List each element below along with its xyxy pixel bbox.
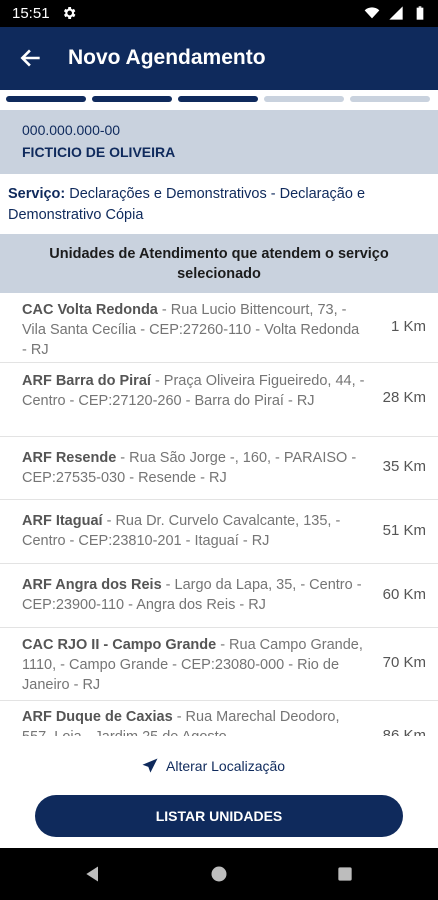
signal-icon bbox=[389, 6, 403, 20]
unit-name: ARF Resende bbox=[22, 450, 117, 466]
units-list[interactable]: CAC Volta Redonda - Rua Lucio Bittencour… bbox=[0, 294, 438, 736]
unit-distance: 1 Km bbox=[390, 318, 426, 335]
service-description: Serviço: Declarações e Demonstrativos - … bbox=[8, 184, 428, 226]
unit-distance: 86 Km bbox=[382, 727, 426, 736]
unit-text: CAC Volta Redonda - Rua Lucio Bittencour… bbox=[22, 300, 368, 360]
status-icons bbox=[364, 5, 428, 21]
unit-name: CAC RJO II - Campo Grande bbox=[22, 637, 217, 653]
back-triangle-icon[interactable] bbox=[83, 864, 103, 884]
units-section-header: Unidades de Atendimento que atendem o se… bbox=[0, 234, 438, 293]
unit-distance: 51 Km bbox=[382, 522, 426, 539]
unit-text: ARF Itaguaí - Rua Dr. Curvelo Cavalcante… bbox=[22, 511, 368, 551]
service-label: Serviço: bbox=[8, 186, 66, 202]
unit-distance: 28 Km bbox=[382, 389, 426, 406]
recents-square-icon[interactable] bbox=[335, 864, 355, 884]
unit-name: ARF Barra do Piraí bbox=[22, 373, 151, 389]
unit-text: ARF Resende - Rua São Jorge -, 160, - PA… bbox=[22, 448, 368, 488]
app-bar: Novo Agendamento bbox=[0, 27, 438, 90]
user-name: FICTICIO DE OLIVEIRA bbox=[22, 144, 176, 160]
list-item[interactable]: CAC Volta Redonda - Rua Lucio Bittencour… bbox=[0, 294, 438, 363]
progress-step-1 bbox=[6, 96, 86, 102]
system-nav-bar bbox=[0, 848, 438, 900]
list-item[interactable]: ARF Resende - Rua São Jorge -, 160, - PA… bbox=[0, 437, 438, 500]
unit-text: ARF Duque de Caxias - Rua Marechal Deodo… bbox=[22, 707, 368, 736]
unit-distance: 70 Km bbox=[382, 654, 426, 671]
progress-step-5 bbox=[350, 96, 430, 102]
page-title: Novo Agendamento bbox=[68, 46, 266, 69]
step-progress bbox=[6, 96, 434, 102]
user-info: 000.000.000-00 FICTICIO DE OLIVEIRA bbox=[0, 110, 438, 174]
unit-name: CAC Volta Redonda bbox=[22, 302, 158, 318]
list-item[interactable]: ARF Angra dos Reis - Largo da Lapa, 35, … bbox=[0, 564, 438, 628]
list-item[interactable]: ARF Barra do Piraí - Praça Oliveira Figu… bbox=[0, 363, 438, 437]
battery-icon bbox=[416, 6, 424, 20]
unit-text: CAC RJO II - Campo Grande - Rua Campo Gr… bbox=[22, 635, 368, 695]
list-item[interactable]: ARF Itaguaí - Rua Dr. Curvelo Cavalcante… bbox=[0, 500, 438, 564]
progress-step-2 bbox=[92, 96, 172, 102]
unit-text: ARF Angra dos Reis - Largo da Lapa, 35, … bbox=[22, 575, 368, 615]
list-item[interactable]: CAC RJO II - Campo Grande - Rua Campo Gr… bbox=[0, 628, 438, 701]
user-cpf: 000.000.000-00 bbox=[22, 122, 121, 138]
unit-name: ARF Itaguaí bbox=[22, 513, 103, 529]
unit-distance: 35 Km bbox=[382, 458, 426, 475]
progress-step-3 bbox=[178, 96, 258, 102]
status-time: 15:51 bbox=[12, 5, 50, 22]
home-circle-icon[interactable] bbox=[209, 864, 229, 884]
status-bar: 15:51 bbox=[0, 0, 438, 27]
list-item[interactable]: ARF Duque de Caxias - Rua Marechal Deodo… bbox=[0, 701, 438, 736]
unit-distance: 60 Km bbox=[382, 586, 426, 603]
unit-text: ARF Barra do Piraí - Praça Oliveira Figu… bbox=[22, 371, 368, 411]
units-header-text: Unidades de Atendimento que atendem o se… bbox=[49, 245, 389, 282]
navigation-arrow-icon bbox=[142, 758, 158, 773]
list-units-button[interactable]: LISTAR UNIDADES bbox=[35, 795, 403, 837]
unit-name: ARF Angra dos Reis bbox=[22, 577, 162, 593]
alter-location-label: Alterar Localização bbox=[166, 758, 286, 774]
gear-icon bbox=[63, 7, 76, 19]
wifi-icon bbox=[364, 7, 380, 19]
progress-step-4 bbox=[264, 96, 344, 102]
arrow-left-icon[interactable] bbox=[18, 45, 44, 71]
alter-location-link[interactable]: Alterar Localização bbox=[140, 756, 285, 776]
unit-name: ARF Duque de Caxias bbox=[22, 709, 173, 725]
